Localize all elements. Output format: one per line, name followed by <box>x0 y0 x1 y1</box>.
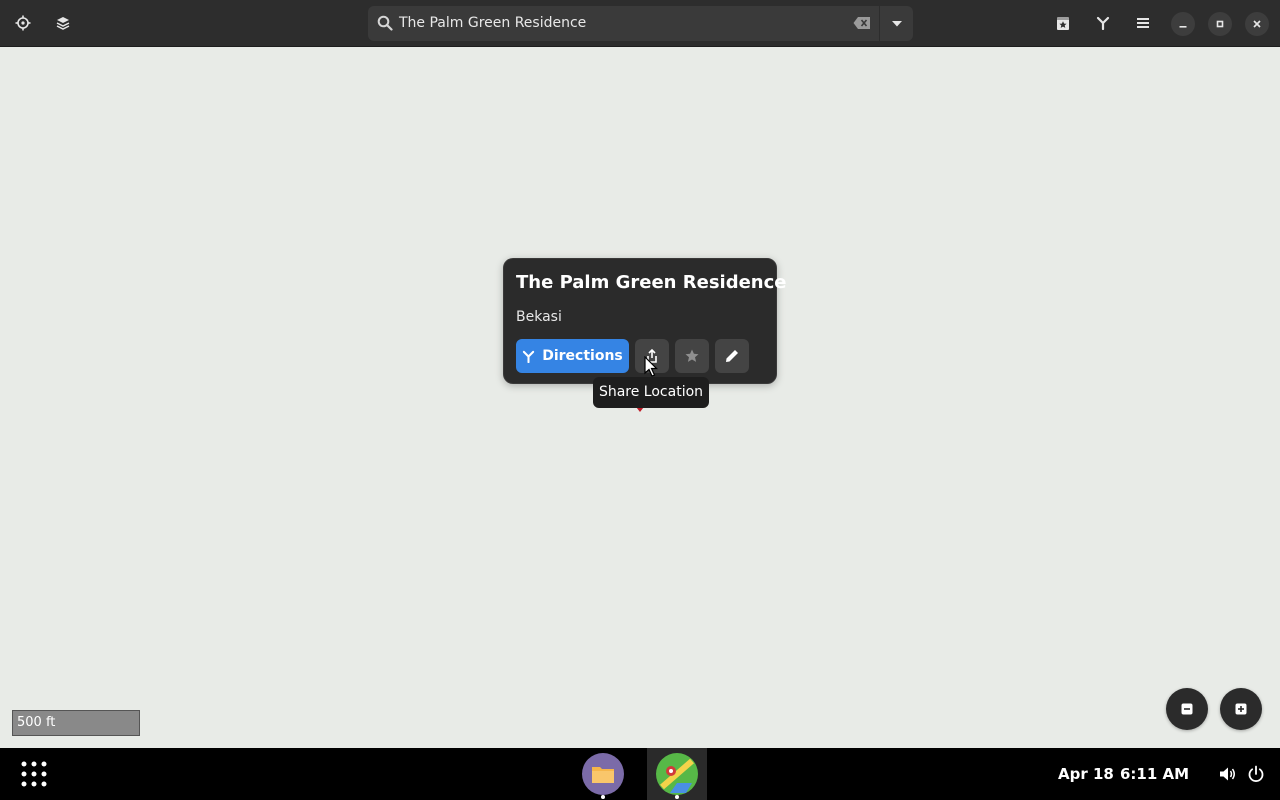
favorites-button[interactable] <box>1048 8 1078 38</box>
search-dropdown-button[interactable] <box>880 6 913 41</box>
favorite-place-button[interactable] <box>675 339 709 373</box>
zoom-in-button[interactable] <box>1220 688 1262 730</box>
layers-button[interactable] <box>48 8 78 38</box>
close-icon <box>1253 20 1261 28</box>
maximize-button[interactable] <box>1208 12 1232 36</box>
maps-app-icon <box>656 753 698 795</box>
locate-me-button[interactable] <box>8 8 38 38</box>
header-bar: The Palm Green Residence <box>0 0 1280 47</box>
main-menu-button[interactable] <box>1128 8 1158 38</box>
zoom-out-button[interactable] <box>1166 688 1208 730</box>
minus-icon <box>1181 703 1193 715</box>
date-label[interactable]: Apr 18 <box>1058 748 1114 800</box>
map-scale: 500 ft <box>12 710 140 736</box>
clock-label[interactable]: 6:11 AM <box>1120 748 1189 800</box>
taskbar: Apr 18 6:11 AM <box>0 748 1280 800</box>
power-icon[interactable] <box>1247 765 1265 783</box>
running-indicator <box>675 795 679 799</box>
chevron-down-icon <box>891 20 902 26</box>
minimize-button[interactable] <box>1171 12 1195 36</box>
minimize-icon <box>1179 26 1187 28</box>
dock-files[interactable] <box>573 748 633 800</box>
directions-icon <box>523 350 535 363</box>
files-app-icon <box>582 753 624 795</box>
place-popover: The Palm Green Residence Bekasi Directio… <box>503 258 787 384</box>
favorites-icon <box>1057 16 1069 30</box>
hamburger-menu-icon <box>1137 18 1149 28</box>
star-icon <box>685 349 699 362</box>
place-subtitle: Bekasi <box>516 309 562 325</box>
directions-label: Directions <box>542 348 623 364</box>
maximize-icon <box>1216 20 1224 28</box>
app-grid-icon[interactable] <box>18 758 50 790</box>
dock-maps[interactable] <box>647 748 707 800</box>
crosshair-icon <box>15 15 31 31</box>
close-button[interactable] <box>1245 12 1269 36</box>
volume-icon[interactable] <box>1218 765 1236 783</box>
place-title: The Palm Green Residence <box>516 272 787 293</box>
share-location-tooltip: Share Location <box>593 377 709 408</box>
running-indicator <box>601 795 605 799</box>
directions-button[interactable]: Directions <box>516 339 629 373</box>
pencil-icon <box>726 350 738 362</box>
clear-text-icon[interactable] <box>853 16 871 30</box>
edit-place-button[interactable] <box>715 339 749 373</box>
directions-icon <box>1096 16 1110 30</box>
search-field[interactable]: The Palm Green Residence <box>368 6 879 41</box>
layers-icon <box>56 17 70 30</box>
mouse-pointer-icon <box>644 356 658 377</box>
search-input[interactable]: The Palm Green Residence <box>399 6 586 41</box>
plus-icon <box>1235 703 1247 715</box>
search-icon <box>377 15 393 31</box>
route-button[interactable] <box>1088 8 1118 38</box>
